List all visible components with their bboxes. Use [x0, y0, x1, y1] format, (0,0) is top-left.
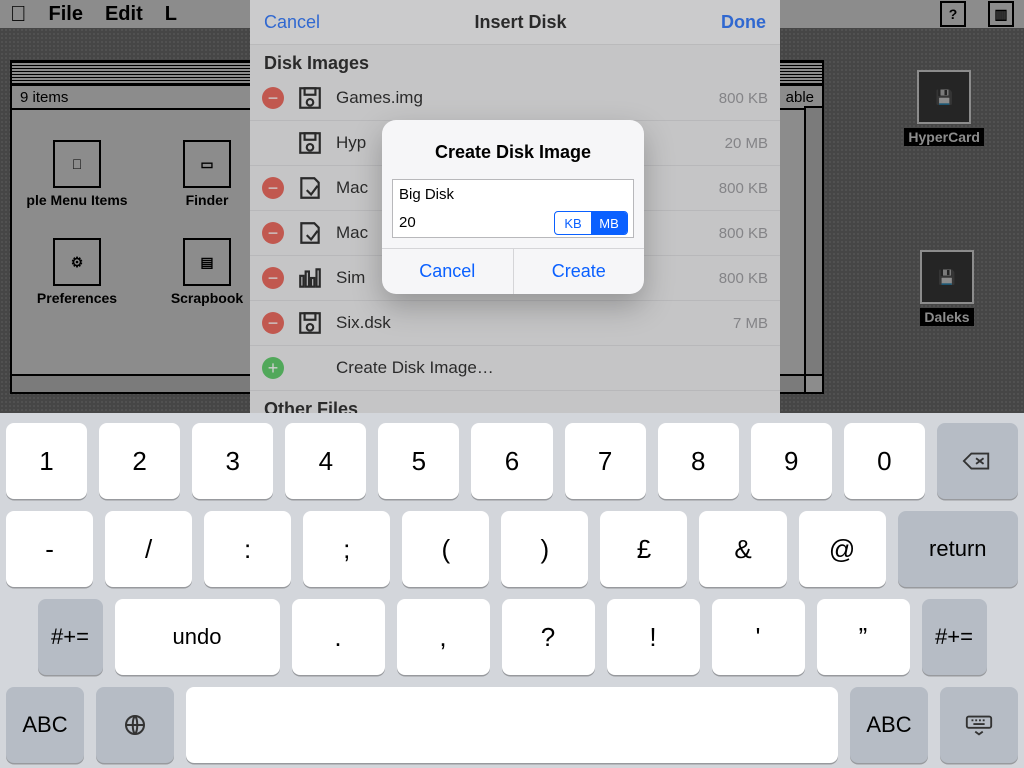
- size-unit-segmented-control[interactable]: KB MB: [554, 211, 628, 235]
- key-symbols-left[interactable]: #+=: [38, 599, 103, 675]
- unit-kb-option[interactable]: KB: [555, 212, 591, 234]
- key-0[interactable]: 0: [844, 423, 925, 499]
- alert-title: Create Disk Image: [382, 120, 644, 179]
- key-comma[interactable]: ,: [397, 599, 490, 675]
- key-return[interactable]: return: [898, 511, 1018, 587]
- keyboard-dismiss-icon: [964, 713, 994, 737]
- alert-cancel-button[interactable]: Cancel: [382, 249, 513, 294]
- unit-mb-option[interactable]: MB: [591, 212, 627, 234]
- key-pound[interactable]: £: [600, 511, 687, 587]
- key-7[interactable]: 7: [565, 423, 646, 499]
- key-5[interactable]: 5: [378, 423, 459, 499]
- globe-icon: [120, 713, 150, 737]
- key-9[interactable]: 9: [751, 423, 832, 499]
- key-2[interactable]: 2: [99, 423, 180, 499]
- key-3[interactable]: 3: [192, 423, 273, 499]
- key-space[interactable]: [186, 687, 838, 763]
- onscreen-keyboard: 1 2 3 4 5 6 7 8 9 0 - / : ; ( ) £ & @ re…: [0, 413, 1024, 768]
- key-semicolon[interactable]: ;: [303, 511, 390, 587]
- key-abc-right[interactable]: ABC: [850, 687, 928, 763]
- key-slash[interactable]: /: [105, 511, 192, 587]
- key-dash[interactable]: -: [6, 511, 93, 587]
- key-abc-left[interactable]: ABC: [6, 687, 84, 763]
- key-ampersand[interactable]: &: [699, 511, 786, 587]
- create-disk-image-alert: Create Disk Image KB MB Cancel Create: [382, 120, 644, 294]
- key-backspace[interactable]: [937, 423, 1018, 499]
- key-period[interactable]: .: [292, 599, 385, 675]
- disk-name-input[interactable]: [392, 179, 634, 209]
- key-colon[interactable]: :: [204, 511, 291, 587]
- key-8[interactable]: 8: [658, 423, 739, 499]
- key-6[interactable]: 6: [471, 423, 552, 499]
- key-symbols-right[interactable]: #+=: [922, 599, 987, 675]
- key-at[interactable]: @: [799, 511, 886, 587]
- key-undo[interactable]: undo: [115, 599, 280, 675]
- key-rdquo[interactable]: ”: [817, 599, 910, 675]
- key-lparen[interactable]: (: [402, 511, 489, 587]
- key-rparen[interactable]: ): [501, 511, 588, 587]
- backspace-icon: [962, 449, 992, 473]
- key-globe[interactable]: [96, 687, 174, 763]
- key-1[interactable]: 1: [6, 423, 87, 499]
- key-exclaim[interactable]: !: [607, 599, 700, 675]
- key-apostrophe[interactable]: ': [712, 599, 805, 675]
- key-4[interactable]: 4: [285, 423, 366, 499]
- key-question[interactable]: ?: [502, 599, 595, 675]
- alert-create-button[interactable]: Create: [513, 249, 645, 294]
- key-dismiss-keyboard[interactable]: [940, 687, 1018, 763]
